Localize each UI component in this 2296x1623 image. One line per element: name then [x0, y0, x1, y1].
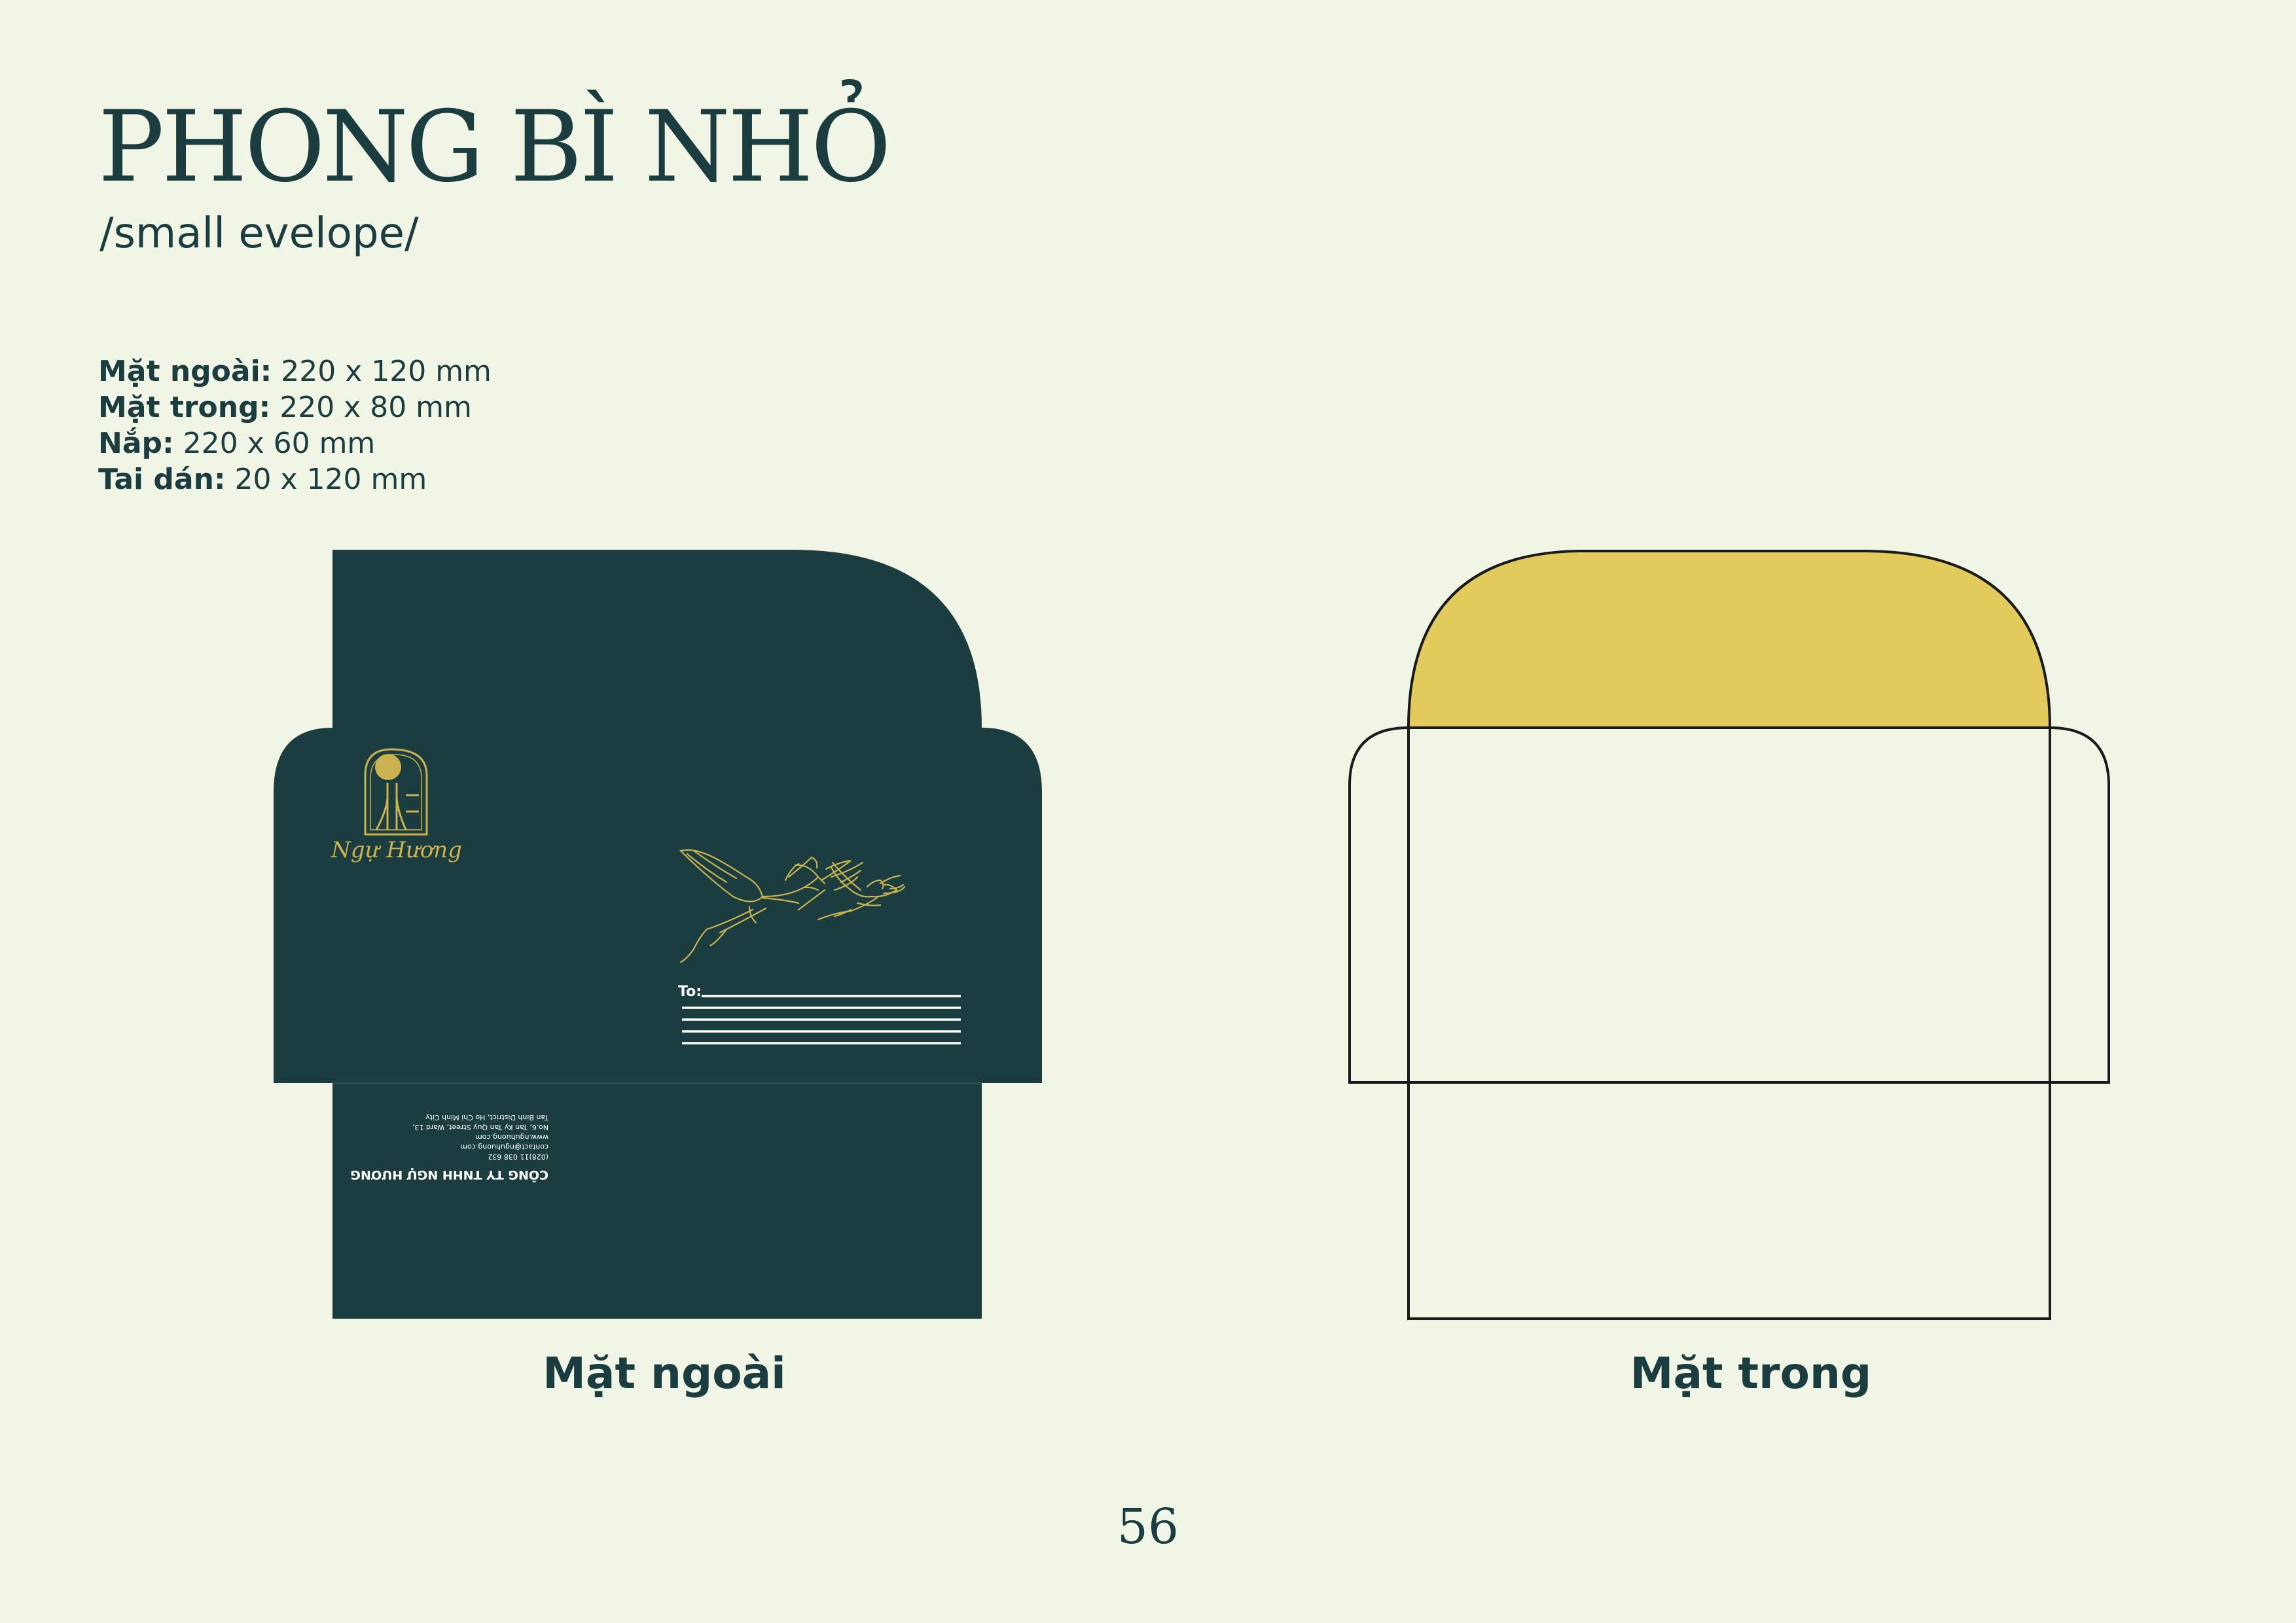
inner-body-top [1407, 726, 2051, 1084]
caption-inner: Mặt trong [1630, 1348, 1872, 1399]
inner-flap [1407, 550, 2052, 729]
caption-outer: Mặt ngoài [543, 1348, 786, 1399]
outer-envelope-body [332, 550, 982, 1319]
company-website: www.nguhuong.com [475, 1133, 548, 1141]
company-phone: (028)11 038 632 [488, 1152, 548, 1161]
outer-left-tab [274, 728, 332, 1083]
company-name: CÔNG TY TNHH NGỰ HƯƠNG [350, 1168, 548, 1183]
company-address-line-2: Tan Binh District, Ho Chi Minh City [425, 1113, 549, 1122]
inner-envelope [1348, 550, 2110, 1320]
brand-name: Ngự Hương [331, 837, 462, 863]
inner-left-tab [1348, 726, 1409, 1084]
company-address-line-1: No.6, Tan Ky Tan Quy Street, Ward 13, [412, 1123, 548, 1132]
outer-envelope: Ngự Hương To: CÔNG TY TNHH NGỰ HƯƠNG (02… [274, 550, 1042, 1319]
page-number: 56 [1117, 1499, 1179, 1555]
outer-right-tab [982, 728, 1042, 1083]
to-label: To: [678, 984, 702, 1000]
inner-right-tab [2049, 726, 2110, 1084]
company-email: contact@nguhuong.com [460, 1143, 548, 1151]
inner-body-bottom [1407, 1081, 2051, 1320]
